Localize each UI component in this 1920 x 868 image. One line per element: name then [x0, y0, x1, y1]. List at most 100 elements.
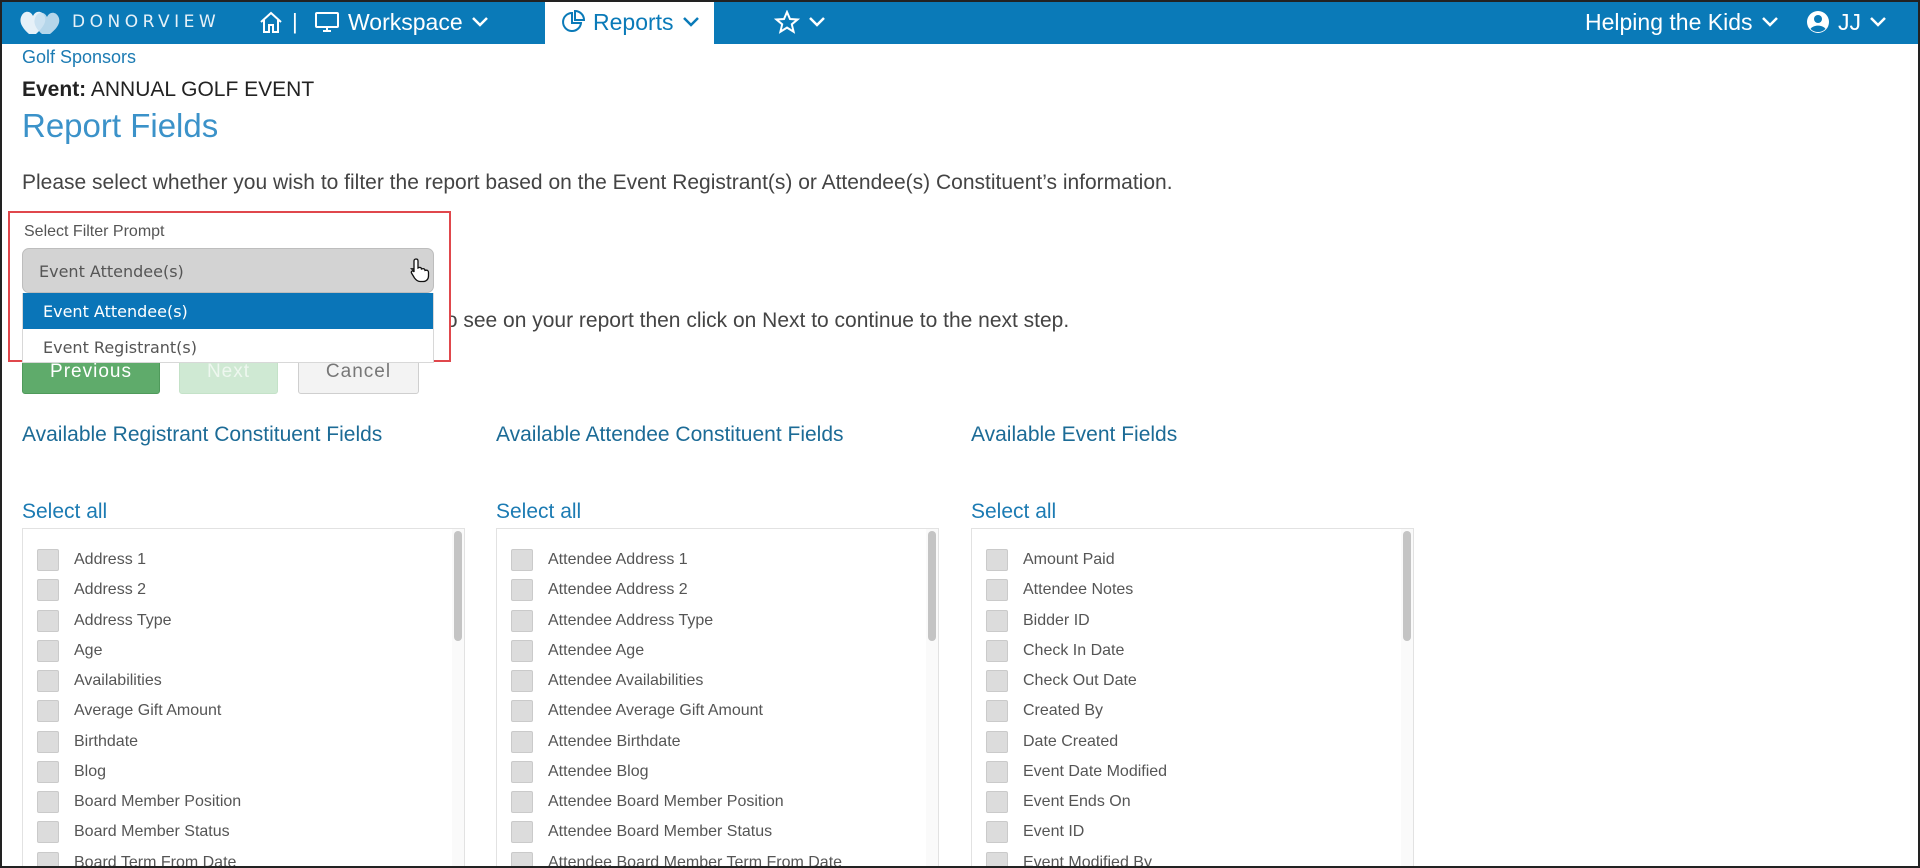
field-row[interactable]: Amount Paid	[986, 545, 1115, 575]
field-row[interactable]: Attendee Average Gift Amount	[511, 696, 763, 726]
field-row[interactable]: Attendee Notes	[986, 575, 1133, 605]
field-row[interactable]: Board Term From Date	[37, 848, 236, 867]
filter-option-registrant[interactable]: Event Registrant(s)	[23, 329, 433, 365]
filter-option-attendee[interactable]: Event Attendee(s)	[23, 293, 433, 329]
field-row[interactable]: Date Created	[986, 727, 1118, 757]
field-row[interactable]: Average Gift Amount	[37, 696, 221, 726]
field-row[interactable]: Attendee Birthdate	[511, 727, 681, 757]
field-row[interactable]: Event Date Modified	[986, 757, 1167, 787]
field-row[interactable]: Blog	[37, 757, 106, 787]
field-checkbox[interactable]	[37, 821, 59, 843]
field-checkbox[interactable]	[986, 731, 1008, 753]
field-row[interactable]: Attendee Board Member Position	[511, 787, 784, 817]
listbox-scrollbar[interactable]	[452, 529, 464, 867]
field-checkbox[interactable]	[511, 791, 533, 813]
field-checkbox[interactable]	[511, 731, 533, 753]
breadcrumb-golf-sponsors[interactable]: Golf Sponsors	[22, 47, 136, 68]
nav-reports[interactable]: Reports	[545, 0, 714, 44]
field-checkbox[interactable]	[37, 852, 59, 867]
field-listbox[interactable]: Attendee Address 1 Attendee Address 2 Atte…	[496, 528, 939, 868]
field-checkbox[interactable]	[37, 549, 59, 571]
field-checkbox[interactable]	[986, 640, 1008, 662]
field-checkbox[interactable]	[986, 610, 1008, 632]
field-label: Birthdate	[74, 733, 139, 750]
field-checkbox[interactable]	[511, 761, 533, 783]
nav-organization[interactable]: Helping the Kids	[1585, 0, 1779, 44]
field-checkbox[interactable]	[511, 549, 533, 571]
field-label: Blog	[74, 763, 107, 780]
nav-favorites[interactable]	[774, 0, 826, 44]
scrollbar-thumb[interactable]	[928, 531, 936, 641]
field-row[interactable]: Attendee Age	[511, 636, 644, 666]
field-row[interactable]: Availabilities	[37, 666, 162, 696]
monitor-icon	[314, 10, 340, 34]
field-checkbox[interactable]	[511, 821, 533, 843]
field-row[interactable]: Event ID	[986, 817, 1084, 847]
field-row[interactable]: Attendee Address 1	[511, 545, 688, 575]
field-row[interactable]: Bidder ID	[986, 606, 1090, 636]
select-all-link[interactable]: Select all	[22, 500, 107, 524]
nav-user-menu[interactable]: JJ	[1806, 0, 1887, 44]
field-checkbox[interactable]	[37, 610, 59, 632]
field-row[interactable]: Address 1	[37, 545, 146, 575]
field-checkbox[interactable]	[986, 579, 1008, 601]
select-all-link[interactable]: Select all	[496, 500, 581, 524]
listbox-scrollbar[interactable]	[926, 529, 938, 867]
field-checkbox[interactable]	[37, 700, 59, 722]
field-checkbox[interactable]	[986, 852, 1008, 867]
nav-reports-label: Reports	[593, 8, 674, 35]
field-label: Attendee Board Member Position	[548, 793, 784, 810]
field-checkbox[interactable]	[37, 670, 59, 692]
field-row[interactable]: Attendee Board Member Term From Date	[511, 848, 842, 867]
field-row[interactable]: Attendee Blog	[511, 757, 649, 787]
field-row[interactable]: Event Modified By	[986, 848, 1152, 867]
field-checkbox[interactable]	[986, 700, 1008, 722]
field-checkbox[interactable]	[511, 640, 533, 662]
field-checkbox[interactable]	[986, 821, 1008, 843]
field-row[interactable]: Created By	[986, 696, 1103, 726]
field-row[interactable]: Address Type	[37, 606, 172, 636]
brand[interactable]: DONORVIEW	[18, 8, 220, 36]
field-row[interactable]: Attendee Availabilities	[511, 666, 703, 696]
field-label: Attendee Birthdate	[548, 733, 681, 750]
field-row[interactable]: Check Out Date	[986, 666, 1137, 696]
field-listbox[interactable]: Address 1 Address 2 Address Type Age Availab…	[22, 528, 465, 868]
field-checkbox[interactable]	[986, 761, 1008, 783]
field-checkbox[interactable]	[511, 852, 533, 867]
field-row[interactable]: Board Member Status	[37, 817, 230, 847]
field-row[interactable]: Birthdate	[37, 727, 138, 757]
nav-workspace[interactable]: Workspace	[314, 0, 489, 44]
home-icon[interactable]	[258, 10, 284, 34]
field-label: Check Out Date	[1023, 672, 1137, 689]
field-row[interactable]: Event Ends On	[986, 787, 1131, 817]
field-label: Board Member Status	[74, 823, 230, 840]
filter-prompt-highlight: Select Filter Prompt Event Attendee(s) E…	[8, 211, 451, 365]
field-checkbox[interactable]	[511, 610, 533, 632]
field-checkbox[interactable]	[986, 549, 1008, 571]
field-checkbox[interactable]	[37, 791, 59, 813]
field-checkbox[interactable]	[511, 579, 533, 601]
field-row[interactable]: Age	[37, 636, 102, 666]
field-checkbox[interactable]	[37, 731, 59, 753]
field-row[interactable]: Attendee Address Type	[511, 606, 713, 636]
field-label: Attendee Address 1	[548, 551, 688, 568]
scrollbar-thumb[interactable]	[1403, 531, 1411, 641]
field-listbox[interactable]: Amount Paid Attendee Notes Bidder ID Check …	[971, 528, 1414, 868]
field-checkbox[interactable]	[986, 791, 1008, 813]
select-all-link[interactable]: Select all	[971, 500, 1056, 524]
field-checkbox[interactable]	[37, 761, 59, 783]
listbox-scrollbar[interactable]	[1401, 529, 1413, 867]
field-checkbox[interactable]	[986, 670, 1008, 692]
field-checkbox[interactable]	[511, 700, 533, 722]
field-row[interactable]: Address 2	[37, 575, 146, 605]
field-checkbox[interactable]	[37, 579, 59, 601]
scrollbar-thumb[interactable]	[454, 531, 462, 641]
field-row[interactable]: Check In Date	[986, 636, 1124, 666]
field-row[interactable]: Attendee Board Member Status	[511, 817, 772, 847]
field-checkbox[interactable]	[511, 670, 533, 692]
field-label: Attendee Availabilities	[548, 672, 704, 689]
field-row[interactable]: Board Member Position	[37, 787, 241, 817]
field-row[interactable]: Attendee Address 2	[511, 575, 688, 605]
field-checkbox[interactable]	[37, 640, 59, 662]
filter-prompt-select[interactable]: Event Attendee(s)	[22, 248, 434, 293]
